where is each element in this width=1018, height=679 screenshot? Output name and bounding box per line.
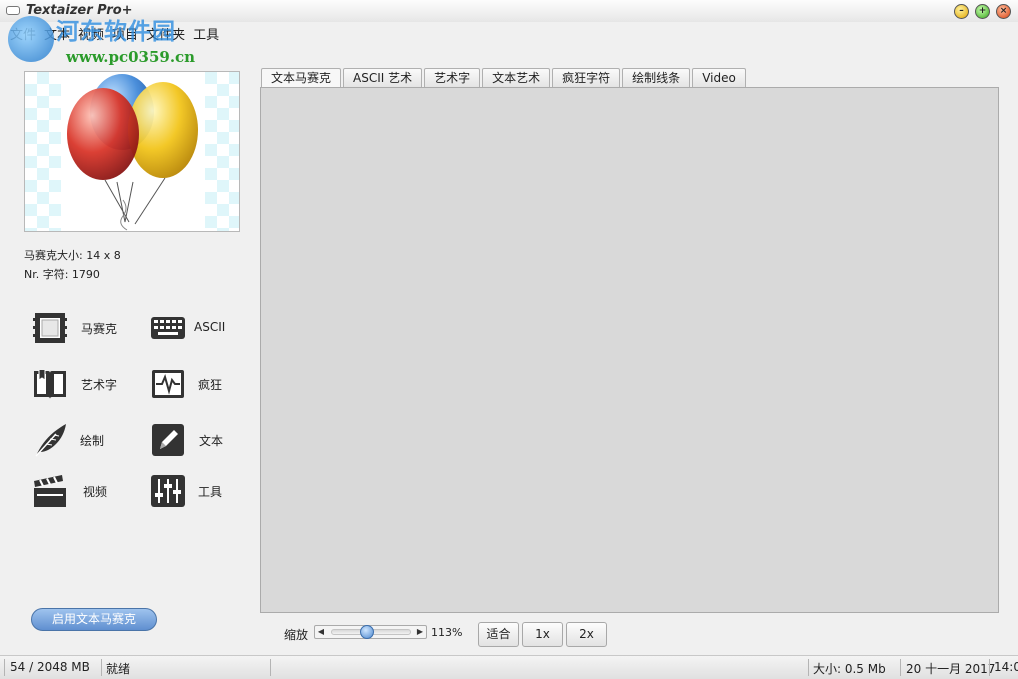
zoom-slider-thumb[interactable] [360, 625, 374, 639]
zoom-decrease-arrow-icon[interactable]: ◀ [315, 626, 327, 638]
mosaic-icon [32, 310, 68, 346]
clapperboard-icon [32, 473, 68, 509]
mode-tabs: 文本马赛克 ASCII 艺术 艺术字 文本艺术 疯狂字符 绘制线条 Video [261, 68, 748, 88]
app-icon[interactable] [6, 6, 20, 15]
feather-icon [32, 422, 68, 458]
menu-tools[interactable]: 工具 [189, 24, 223, 42]
enable-text-mosaic-button[interactable]: 启用文本马赛克 [31, 608, 157, 631]
tool-tools-label: 工具 [198, 483, 222, 500]
menu-bar: 文件 文本 视频 项目 文件夹 工具 [6, 24, 223, 42]
status-bar: 54 / 2048 MB 就绪 大小: 0.5 Mb 20 十一月 2017 1… [0, 655, 1018, 679]
status-separator [900, 659, 901, 676]
tool-ascii[interactable]: ASCII [150, 308, 262, 348]
tool-video-label: 视频 [83, 483, 107, 500]
zoom-2x-button[interactable]: 2x [566, 622, 607, 647]
status-memory: 54 / 2048 MB [10, 660, 90, 674]
sliders-icon [150, 473, 186, 509]
tab-text-mosaic[interactable]: 文本马赛克 [261, 68, 341, 88]
status-separator [270, 659, 271, 676]
tool-crazy[interactable]: 疯狂 [150, 364, 262, 404]
status-separator [4, 659, 5, 676]
menu-file[interactable]: 文件 [6, 24, 40, 42]
zoom-1x-button[interactable]: 1x [522, 622, 563, 647]
tool-text-label: 文本 [199, 432, 223, 449]
tool-draw-label: 绘制 [80, 432, 104, 449]
menu-folder[interactable]: 文件夹 [142, 24, 189, 42]
status-separator [989, 659, 990, 676]
tool-tools[interactable]: 工具 [150, 471, 262, 511]
tab-video[interactable]: Video [692, 68, 746, 87]
zoom-increase-arrow-icon[interactable]: ▶ [414, 626, 426, 638]
char-count-info: Nr. 字符: 1790 [24, 266, 100, 282]
tool-mosaic[interactable]: 马赛克 [32, 308, 144, 348]
mosaic-size-info: 马赛克大小: 14 x 8 [24, 247, 121, 263]
tool-ascii-label: ASCII [194, 320, 225, 334]
balloons-image [25, 72, 240, 232]
pencil-icon [150, 422, 186, 458]
zoom-percent: 113% [431, 626, 462, 639]
tool-draw[interactable]: 绘制 [32, 420, 144, 460]
zoom-fit-button[interactable]: 适合 [478, 622, 519, 647]
status-state: 就绪 [106, 660, 130, 677]
zoom-label: 缩放 [284, 626, 308, 643]
zoom-slider[interactable]: ◀ ▶ [314, 625, 427, 639]
tool-mosaic-label: 马赛克 [81, 320, 117, 337]
menu-project[interactable]: 项目 [108, 24, 142, 42]
close-button[interactable]: × [996, 4, 1011, 19]
menu-text[interactable]: 文本 [40, 24, 74, 42]
source-image-preview[interactable] [24, 71, 240, 232]
tab-text-art[interactable]: 文本艺术 [482, 68, 550, 87]
tool-text[interactable]: 文本 [150, 420, 262, 460]
tool-crazy-label: 疯狂 [198, 376, 222, 393]
tool-wordart-label: 艺术字 [81, 376, 117, 393]
book-icon [32, 366, 68, 402]
title-bar: Textaizer Pro+ – + × [0, 0, 1018, 22]
keyboard-icon [150, 310, 186, 346]
window-title: Textaizer Pro+ [26, 3, 133, 18]
status-date: 20 十一月 2017 [906, 660, 995, 677]
tab-wordart[interactable]: 艺术字 [424, 68, 480, 87]
tab-ascii-art[interactable]: ASCII 艺术 [343, 68, 422, 87]
maximize-button[interactable]: + [975, 4, 990, 19]
menu-video[interactable]: 视频 [74, 24, 108, 42]
tool-wordart[interactable]: 艺术字 [32, 364, 144, 404]
waveform-icon [150, 366, 186, 402]
status-separator [101, 659, 102, 676]
tool-video[interactable]: 视频 [32, 471, 144, 511]
status-time: 14:0 [994, 660, 1018, 674]
tab-crazy-chars[interactable]: 疯狂字符 [552, 68, 620, 87]
mosaic-canvas[interactable] [260, 87, 999, 613]
tab-draw-lines[interactable]: 绘制线条 [622, 68, 690, 87]
minimize-button[interactable]: – [954, 4, 969, 19]
status-file-size: 大小: 0.5 Mb [813, 660, 886, 677]
status-separator [808, 659, 809, 676]
watermark-url: www.pc0359.cn [66, 48, 195, 66]
